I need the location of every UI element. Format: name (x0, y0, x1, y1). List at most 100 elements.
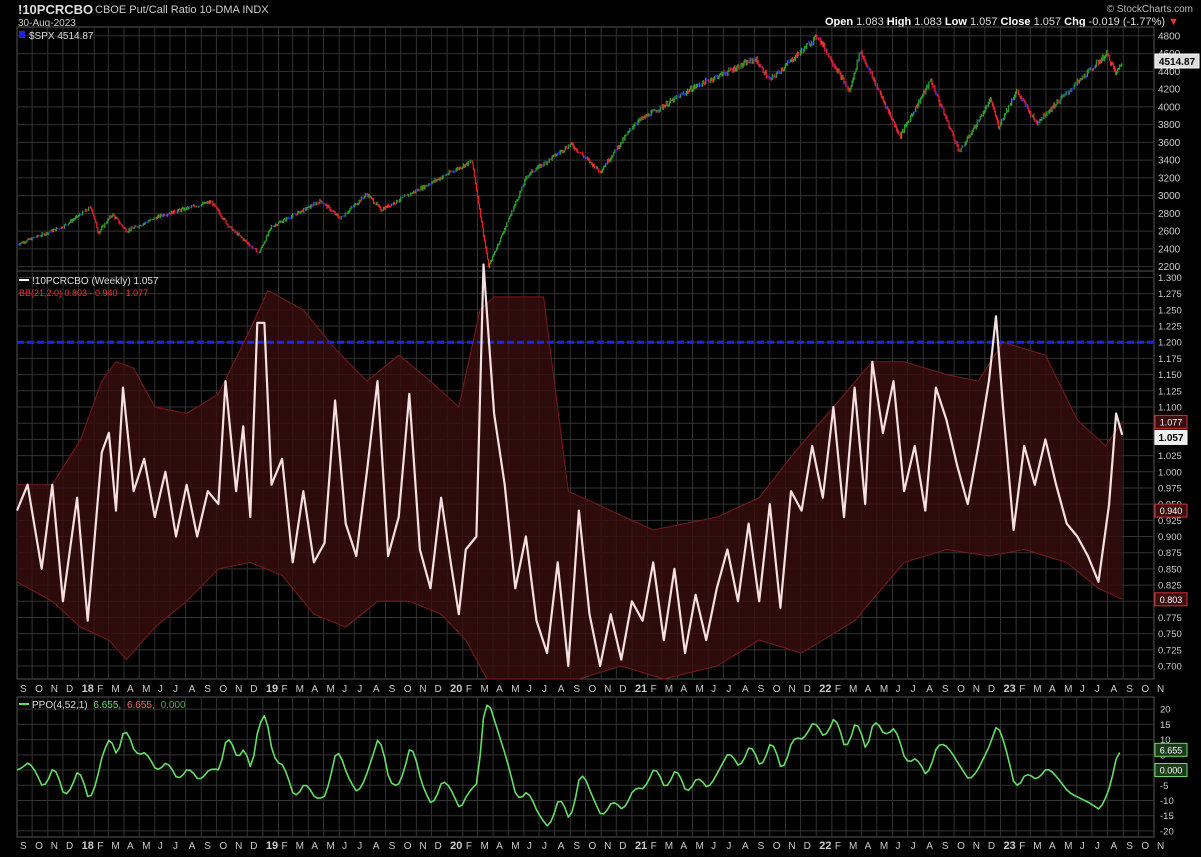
pcr-y-axis: 0.7000.7250.7500.7750.8000.8250.8500.875… (1158, 273, 1182, 673)
x-tick-label: 22 (819, 840, 831, 852)
x-tick-label: 20 (450, 840, 462, 852)
y-tick-label: 0.975 (1158, 483, 1182, 494)
x-tick-label: J (527, 841, 532, 852)
x-tick-label: N (788, 684, 795, 695)
x-tick-label: D (804, 684, 811, 695)
y-tick-label: 2800 (1158, 209, 1181, 220)
x-tick-label: O (957, 684, 965, 695)
y-tick-label: 4800 (1158, 31, 1181, 42)
x-tick-label: A (496, 684, 503, 695)
x-tick-label: A (680, 841, 687, 852)
y-tick-label: 1.250 (1158, 305, 1182, 316)
x-tick-label: J (342, 684, 347, 695)
x-tick-label: N (604, 841, 611, 852)
x-tick-label: 21 (635, 840, 647, 852)
x-tick-label: J (158, 841, 163, 852)
x-tick-label: M (326, 684, 334, 695)
y-tick-label: 2400 (1158, 244, 1181, 255)
y-tick-label: 15 (1160, 720, 1171, 731)
x-tick-label: N (235, 841, 242, 852)
x-tick-label: N (51, 684, 58, 695)
x-tick-label: A (127, 841, 134, 852)
bb-legend: BB(21,2.0) 0.803 - 0.940 - 1.077 (19, 288, 148, 298)
x-tick-label: O (957, 841, 965, 852)
x-tick-label: M (1064, 841, 1072, 852)
x-tick-label: M (849, 684, 857, 695)
x-tick-label: N (51, 841, 58, 852)
x-tick-label: O (219, 841, 227, 852)
x-tick-label: A (926, 684, 933, 695)
y-tick-label: 0.750 (1158, 629, 1182, 640)
y-tick-label: -5 (1160, 781, 1168, 792)
ppo-legend-name: PPO(4,52,1) (32, 700, 88, 711)
x-tick-label: S (20, 684, 27, 695)
x-tick-label: M (696, 684, 704, 695)
y-tick-label: 1.125 (1158, 386, 1182, 397)
x-tick-label: A (865, 684, 872, 695)
y-tick-label: 1.225 (1158, 322, 1182, 333)
ppo-last-value: 6.655 (1160, 745, 1183, 755)
x-tick-label: A (311, 841, 318, 852)
y-tick-label: -20 (1160, 826, 1174, 837)
x-tick-label: J (911, 841, 916, 852)
x-tick-label: M (696, 841, 704, 852)
ppo-legend-value: 6.655, (93, 700, 121, 711)
x-axis-labels-top: S O N D 18 F M A M J J A S O N D 19 F M A M J J A S O N D 20 F M A M J J A S… (20, 683, 1164, 695)
x-tick-label: A (189, 684, 196, 695)
x-tick-label: F (835, 684, 841, 695)
x-tick-label: J (542, 841, 547, 852)
x-tick-label: D (988, 684, 995, 695)
y-tick-label: 4400 (1158, 67, 1181, 78)
x-tick-label: O (589, 841, 597, 852)
x-tick-label: O (773, 841, 781, 852)
x-tick-label: N (604, 684, 611, 695)
x-tick-label: F (835, 841, 841, 852)
x-tick-label: M (849, 841, 857, 852)
x-tick-label: M (480, 841, 488, 852)
y-tick-label: 0.875 (1158, 548, 1182, 559)
x-tick-label: O (404, 841, 412, 852)
x-tick-label: F (466, 684, 472, 695)
x-tick-label: D (250, 684, 257, 695)
y-tick-label: 1.175 (1158, 354, 1182, 365)
x-tick-label: J (173, 841, 178, 852)
x-tick-label: 18 (82, 840, 94, 852)
x-tick-label: S (758, 841, 765, 852)
x-tick-label: S (389, 684, 396, 695)
x-tick-label: N (235, 684, 242, 695)
y-tick-label: 1.275 (1158, 289, 1182, 300)
x-tick-label: A (496, 841, 503, 852)
x-tick-label: A (1111, 684, 1118, 695)
y-tick-label: 0.700 (1158, 662, 1182, 673)
x-tick-label: M (1033, 841, 1041, 852)
x-tick-label: J (1080, 841, 1085, 852)
x-tick-label: F (282, 841, 288, 852)
y-tick-label: 0.775 (1158, 613, 1182, 624)
y-tick-label: 0.850 (1158, 564, 1182, 575)
x-tick-label: A (558, 684, 565, 695)
y-tick-label: 1.000 (1158, 467, 1182, 478)
ppo-legend-hist: 0.000 (161, 700, 186, 711)
y-tick-label: 0.900 (1158, 532, 1182, 543)
y-tick-label: 1.300 (1158, 273, 1182, 284)
y-tick-label: 2200 (1158, 262, 1181, 273)
x-tick-label: O (404, 684, 412, 695)
x-tick-label: M (1033, 684, 1041, 695)
x-tick-label: A (373, 684, 380, 695)
y-tick-label: -10 (1160, 796, 1174, 807)
x-tick-label: A (1049, 684, 1056, 695)
x-tick-label: D (435, 841, 442, 852)
x-tick-label: D (988, 841, 995, 852)
x-tick-label: M (296, 684, 304, 695)
x-tick-label: A (189, 841, 196, 852)
spx-panel: 2200 2400 2600 2800 3000 3200 3400 3600 3800 4000… (16, 26, 1200, 273)
x-tick-label: D (66, 841, 73, 852)
x-tick-label: M (665, 841, 673, 852)
x-tick-label: J (342, 841, 347, 852)
x-tick-label: O (1141, 684, 1149, 695)
x-tick-label: J (711, 841, 716, 852)
x-tick-label: 20 (450, 683, 462, 695)
x-tick-label: A (865, 841, 872, 852)
pcr-legend: !10PCRCBO (Weekly) 1.057 (32, 276, 159, 287)
x-tick-label: F (1019, 684, 1025, 695)
